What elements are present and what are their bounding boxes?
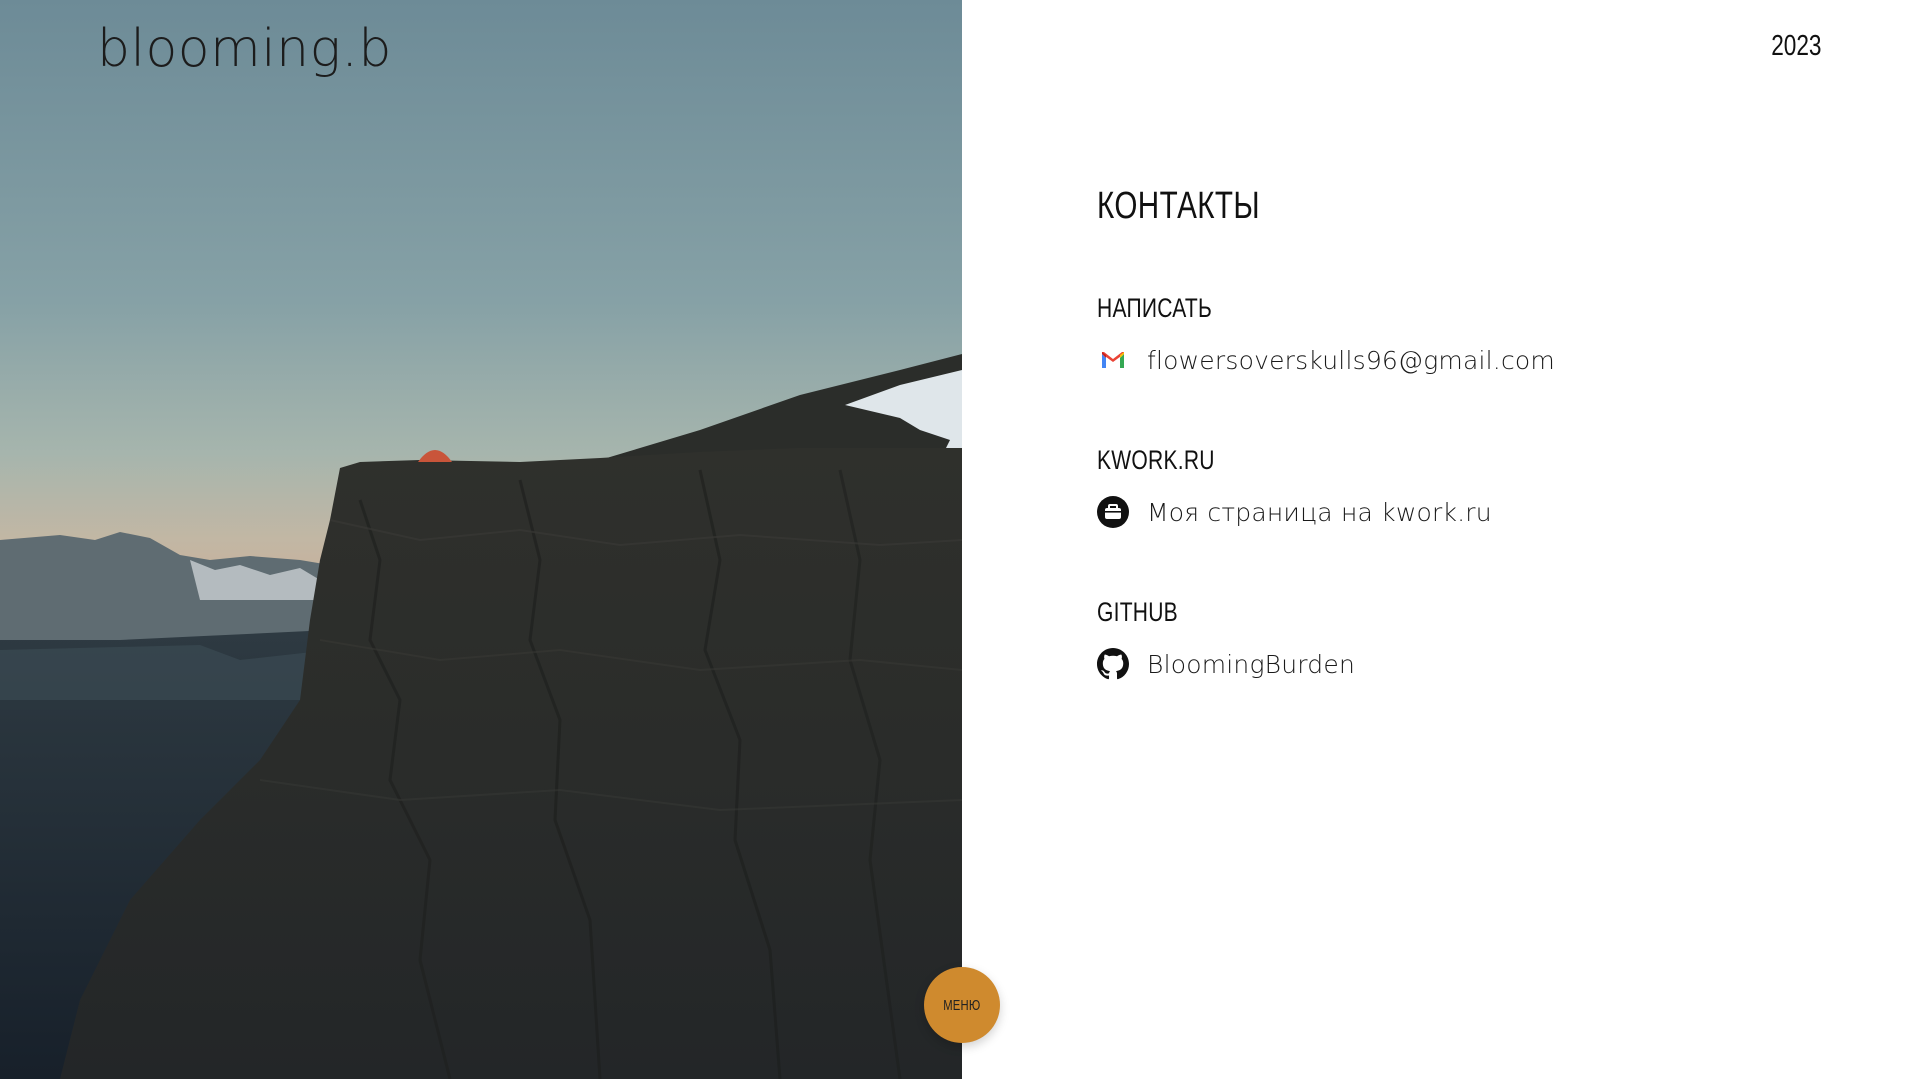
kwork-link[interactable]: Моя страница на kwork.ru (1147, 498, 1492, 527)
menu-button[interactable]: МЕНЮ (924, 967, 1000, 1043)
menu-button-label: МЕНЮ (943, 996, 981, 1014)
briefcase-icon (1097, 496, 1129, 528)
page-title: КОНТАКТЫ (1097, 185, 1261, 227)
kwork-link-row[interactable]: Моя страница на kwork.ru (1097, 494, 1492, 530)
email-link[interactable]: flowersoverskulls96@gmail.com (1147, 346, 1555, 375)
github-icon (1097, 648, 1129, 680)
contact-kwork-section: KWORK.RU Моя страница на kwork.ru (1097, 440, 1492, 530)
page: blooming.b 2023 КОНТАКТЫ НАПИСАТЬ flower… (0, 0, 1919, 1079)
contact-github-section: GITHUB BloomingBurden (1097, 592, 1355, 682)
contacts-section: КОНТАКТЫ НАПИСАТЬ flowersoverskulls96@gm… (1097, 180, 1817, 680)
site-logo[interactable]: blooming.b (97, 14, 392, 84)
contact-email-section: НАПИСАТЬ flowersoverskulls96@gmail.com (1097, 288, 1555, 378)
email-link-row[interactable]: flowersoverskulls96@gmail.com (1097, 342, 1555, 378)
section-title-github: GITHUB (1097, 597, 1178, 627)
gmail-icon (1097, 344, 1129, 376)
hero-photo: blooming.b (0, 0, 962, 1079)
github-link-row[interactable]: BloomingBurden (1097, 646, 1355, 682)
github-link[interactable]: BloomingBurden (1147, 650, 1355, 679)
year-label: 2023 (1771, 30, 1822, 62)
section-title-email: НАПИСАТЬ (1097, 293, 1213, 323)
section-title-kwork: KWORK.RU (1097, 445, 1215, 475)
